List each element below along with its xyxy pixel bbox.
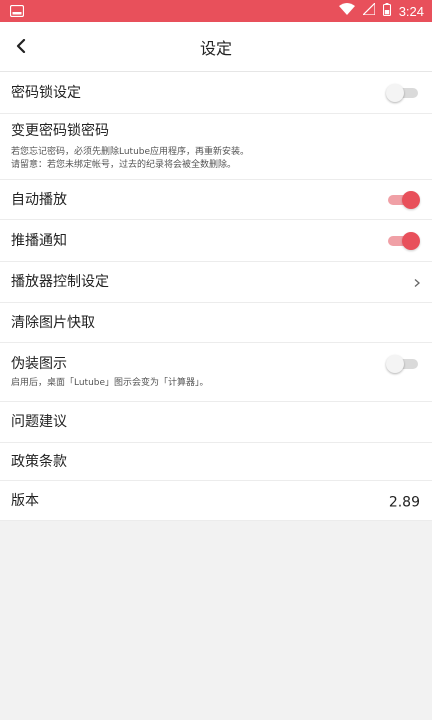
clear-image-cache-label: 清除图片快取	[11, 314, 95, 331]
status-time: 3:24	[398, 3, 424, 19]
signal-icon	[361, 1, 376, 19]
setting-disguise-icon[interactable]: 伪装图示 启用后，桌面「Lutube」图示会变为「计算器」。	[0, 343, 432, 402]
setting-version: 版本 2.89	[0, 481, 432, 521]
policy-label: 政策条款	[11, 453, 67, 470]
back-button[interactable]	[6, 32, 36, 62]
setting-passcode-lock[interactable]: 密码锁设定	[0, 72, 432, 114]
version-label: 版本	[11, 492, 39, 509]
page-title: 设定	[199, 38, 232, 58]
push-notifications-label: 推播通知	[11, 232, 67, 249]
change-passcode-label: 变更密码锁密码	[11, 122, 109, 139]
settings-list: 密码锁设定 变更密码锁密码 若您忘记密码，必须先删除Lutube应用程序，再重新…	[0, 72, 432, 521]
battery-icon	[382, 2, 391, 20]
setting-autoplay[interactable]: 自动播放	[0, 180, 432, 220]
passcode-lock-toggle[interactable]	[386, 83, 420, 102]
disguise-icon-label: 伪装图示	[11, 355, 67, 372]
player-controls-label: 播放器控制设定	[11, 274, 109, 290]
disguise-icon-note: 启用后，桌面「Lutube」图示会变为「计算器」。	[11, 377, 209, 388]
setting-policy[interactable]: 政策条款	[0, 443, 432, 481]
status-left	[9, 2, 25, 21]
autoplay-label: 自动播放	[11, 191, 67, 208]
setting-clear-image-cache[interactable]: 清除图片快取	[0, 303, 432, 343]
header-bar: 设定	[0, 22, 432, 72]
disguise-icon-toggle[interactable]	[386, 355, 420, 373]
autoplay-toggle[interactable]	[386, 190, 420, 209]
status-bar: 3:24	[0, 0, 432, 22]
push-notifications-toggle[interactable]	[386, 231, 420, 250]
change-passcode-note-2: 请留意：若您未绑定帐号，过去的纪录将会被全数删除。	[11, 159, 237, 170]
back-chevron-icon	[16, 38, 26, 57]
setting-change-passcode[interactable]: 变更密码锁密码 若您忘记密码，必须先删除Lutube应用程序，再重新安装。 请留…	[0, 114, 432, 180]
status-right: 3:24	[338, 1, 424, 20]
setting-push-notifications[interactable]: 推播通知	[0, 220, 432, 262]
change-passcode-note-1: 若您忘记密码，必须先删除Lutube应用程序，再重新安装。	[11, 146, 250, 157]
version-value: 2.89	[388, 494, 420, 510]
app-notification-icon	[9, 2, 25, 21]
setting-feedback[interactable]: 问题建议	[0, 402, 432, 443]
setting-player-controls[interactable]: 播放器控制设定	[0, 262, 432, 303]
feedback-label: 问题建议	[11, 414, 67, 430]
wifi-icon	[338, 3, 355, 19]
passcode-lock-label: 密码锁设定	[11, 84, 81, 101]
chevron-right-icon	[414, 273, 420, 292]
